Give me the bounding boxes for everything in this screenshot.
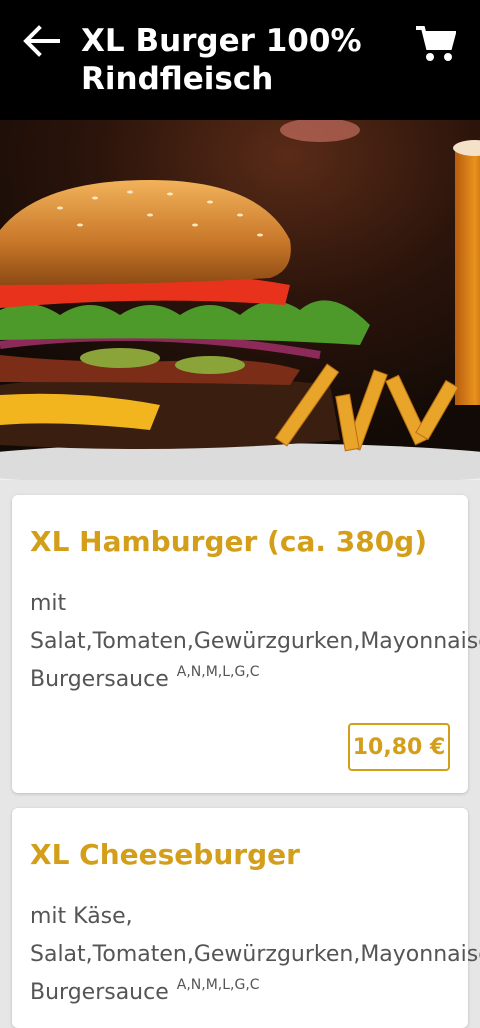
description-line: mit Käse,: [30, 904, 133, 929]
back-button[interactable]: [22, 24, 60, 58]
page-title: XL Burger 100% Rindfleisch: [81, 23, 362, 97]
description-line: Burgersauce A,N,M,L,G,C: [30, 974, 480, 1014]
price-button[interactable]: 10,80 €: [348, 723, 450, 771]
product-name: XL Cheeseburger: [30, 838, 300, 871]
product-description: mit Käse, Salat,Tomaten,Gewürzgurken,May…: [30, 898, 480, 1014]
description-line: Salat,Tomaten,Gewürzgurken,Mayonnaise,: [30, 629, 480, 654]
burger-photo: [0, 120, 480, 480]
allergen-codes: A,N,M,L,G,C: [176, 664, 260, 680]
product-category-image: [0, 120, 480, 480]
description-line: mit: [30, 591, 67, 616]
shopping-cart-icon: [416, 26, 457, 61]
arrow-left-icon: [23, 25, 60, 57]
product-card[interactable]: XL Hamburger (ca. 380g) mit Salat,Tomate…: [12, 495, 480, 793]
product-name: XL Hamburger (ca. 380g): [30, 525, 428, 558]
allergen-codes: A,N,M,L,G,C: [176, 977, 260, 993]
app-header: XL Burger 100% Rindfleisch: [0, 0, 480, 120]
product-card[interactable]: XL Cheeseburger mit Käse, Salat,Tomaten,…: [12, 808, 480, 1028]
description-line: Burgersauce A,N,M,L,G,C: [30, 661, 480, 701]
description-text: Burgersauce: [30, 667, 169, 692]
cart-button[interactable]: [414, 24, 457, 64]
product-description: mit Salat,Tomaten,Gewürzgurken,Mayonnais…: [30, 585, 480, 701]
description-text: Burgersauce: [30, 980, 169, 1005]
description-line: Salat,Tomaten,Gewürzgurken,Mayonnaise,: [30, 942, 480, 967]
